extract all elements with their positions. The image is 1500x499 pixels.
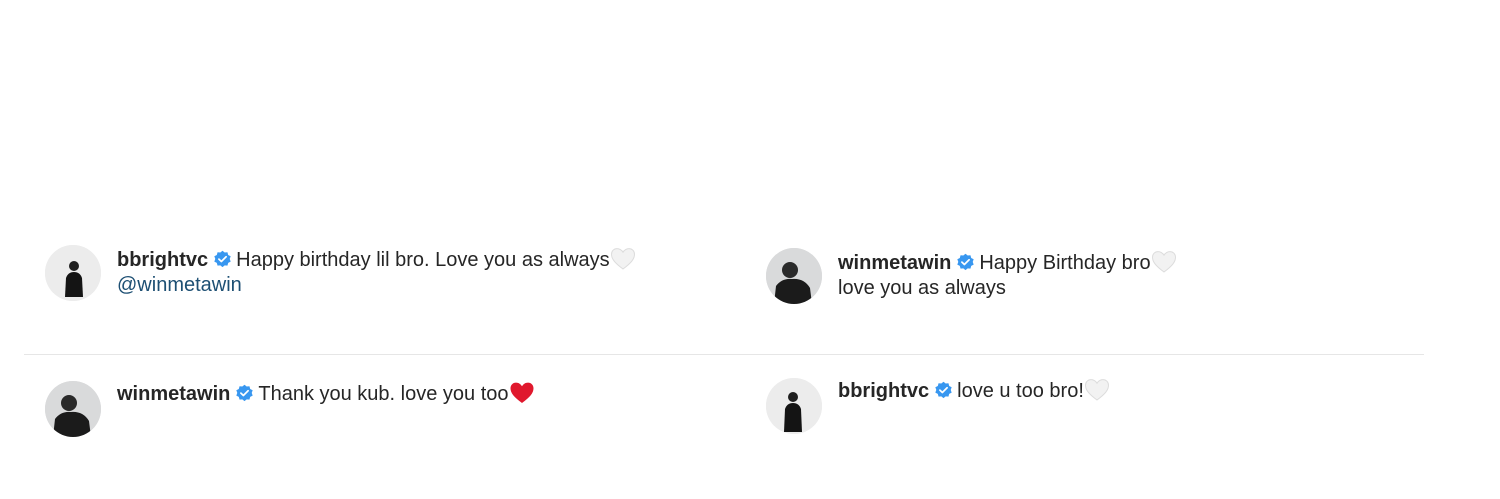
avatar-bbrightvc[interactable]: [45, 245, 101, 301]
mention-link[interactable]: @winmetawin: [117, 274, 242, 296]
avatar-bbrightvc[interactable]: [766, 378, 822, 434]
comment-bbrightvc-birthday: bbrightvc Happy birthday lil bro. Love yo…: [45, 245, 636, 301]
comment-text: Thank you kub. love you too: [258, 383, 509, 405]
white-heart-icon: [610, 248, 635, 270]
white-heart-icon: [1151, 251, 1176, 273]
comment-content: winmetawin Thank you kub. love you too: [117, 381, 535, 407]
username[interactable]: bbrightvc: [117, 249, 208, 271]
divider: [24, 354, 1424, 355]
comment-winmetawin-reply: winmetawin Thank you kub. love you too: [45, 381, 535, 437]
comment-content: winmetawin Happy Birthday bro love you as…: [838, 248, 1177, 301]
avatar-winmetawin[interactable]: [45, 381, 101, 437]
verified-badge-icon: [957, 253, 975, 271]
comment-text: Happy birthday lil bro. Love you as alwa…: [236, 249, 610, 271]
avatar-winmetawin[interactable]: [766, 248, 822, 304]
username[interactable]: winmetawin: [838, 252, 951, 274]
person-photo-icon: [766, 248, 822, 304]
comment-text: Happy Birthday bro: [979, 252, 1151, 274]
comment-text: love u too bro!: [957, 380, 1084, 402]
person-silhouette-icon: [766, 378, 822, 434]
person-silhouette-icon: [45, 245, 101, 301]
white-heart-icon: [1084, 379, 1109, 401]
verified-badge-icon: [214, 250, 231, 268]
comment-text-line-2: love you as always: [838, 277, 1006, 299]
comment-content: bbrightvc Happy birthday lil bro. Love yo…: [117, 245, 636, 298]
comment-bbrightvc-reply: bbrightvc love u too bro!: [766, 378, 1110, 434]
comment-winmetawin-birthday: winmetawin Happy Birthday bro love you as…: [766, 248, 1177, 304]
username[interactable]: bbrightvc: [838, 380, 929, 402]
username[interactable]: winmetawin: [117, 383, 230, 405]
comment-content: bbrightvc love u too bro!: [838, 378, 1110, 404]
verified-badge-icon: [236, 384, 254, 402]
person-photo-icon: [45, 381, 101, 437]
verified-badge-icon: [935, 381, 952, 399]
red-heart-icon: [510, 382, 534, 403]
